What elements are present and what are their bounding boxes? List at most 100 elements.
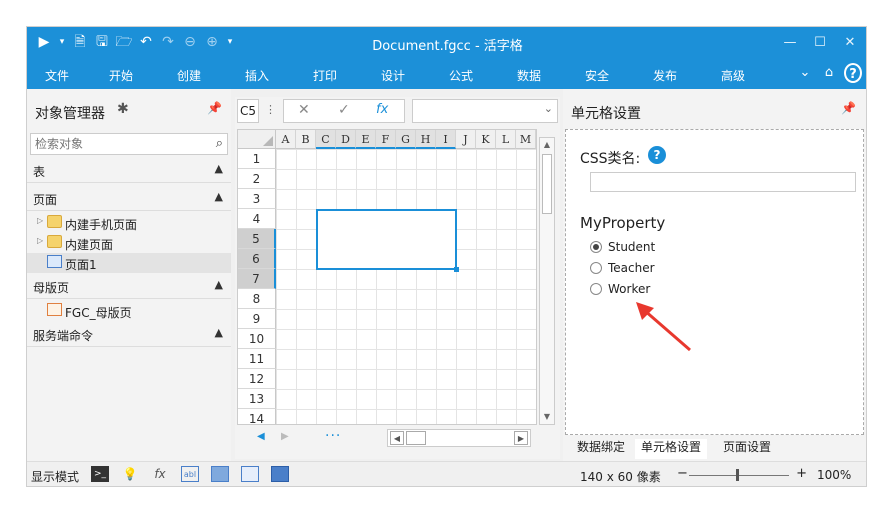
menu-file[interactable]: 文件 <box>45 67 69 84</box>
cancel-icon[interactable]: ✕ <box>298 102 310 118</box>
column-header-i[interactable]: I <box>436 130 456 149</box>
confirm-icon[interactable]: ✓ <box>338 102 350 118</box>
vertical-scrollbar[interactable]: ▲ ▼ <box>539 137 555 425</box>
menu-data[interactable]: 数据 <box>517 67 541 84</box>
terminal-icon[interactable]: >_ <box>91 466 109 482</box>
selected-cell-range[interactable] <box>316 209 459 272</box>
pin-icon[interactable]: 📌 <box>841 101 856 115</box>
scroll-up-icon[interactable]: ▲ <box>540 138 554 152</box>
chevron-up-icon[interactable]: ▲ <box>215 162 223 175</box>
menu-home[interactable]: 开始 <box>109 67 133 84</box>
prev-sheet-icon[interactable]: ◀ <box>257 431 265 442</box>
radio-button[interactable] <box>590 283 602 295</box>
column-header-l[interactable]: L <box>496 130 516 149</box>
column-header-d[interactable]: D <box>336 130 356 149</box>
function-icon[interactable]: fx <box>151 466 169 482</box>
row-header-1[interactable]: 1 <box>238 149 276 169</box>
menu-insert[interactable]: 插入 <box>245 67 269 84</box>
picture-icon[interactable] <box>211 466 229 482</box>
zoom-in-icon[interactable]: + <box>796 466 807 481</box>
section-page[interactable]: 页面 ▲ <box>27 187 231 211</box>
formula-input[interactable]: ⌄ <box>412 99 558 123</box>
row-header-10[interactable]: 10 <box>238 329 276 349</box>
tree-item-mobile-page[interactable]: ▷ 内建手机页面 <box>27 213 231 233</box>
scroll-down-icon[interactable]: ▼ <box>540 410 554 424</box>
close-icon[interactable]: ✕ <box>838 33 862 53</box>
scroll-thumb[interactable] <box>542 154 552 214</box>
fill-handle[interactable] <box>454 267 459 272</box>
menu-formula[interactable]: 公式 <box>449 67 473 84</box>
cell-reference[interactable]: C5 <box>237 99 259 123</box>
cell-grid[interactable] <box>276 149 536 424</box>
chevron-up-icon[interactable]: ▲ <box>215 190 223 203</box>
column-header-e[interactable]: E <box>356 130 376 149</box>
select-all-corner[interactable] <box>238 130 276 149</box>
next-sheet-icon[interactable]: ▶ <box>281 431 289 442</box>
row-header-6[interactable]: 6 <box>238 249 276 269</box>
menu-publish[interactable]: 发布 <box>653 67 677 84</box>
menu-design[interactable]: 设计 <box>381 67 405 84</box>
radio-teacher[interactable]: Teacher <box>590 259 655 277</box>
lightbulb-icon[interactable]: 💡 <box>121 466 139 482</box>
function-icon[interactable]: fx <box>376 102 388 117</box>
row-icon[interactable] <box>271 466 289 482</box>
sheet-grid[interactable]: ABCDEFGHIJKLM 1 2 3 4 5 6 7 8 9 10 11 12 13 14 <box>237 129 537 425</box>
object-search-input[interactable] <box>31 134 201 154</box>
tree-item-page1[interactable]: 页面1 <box>27 253 231 273</box>
row-header-4[interactable]: 4 <box>238 209 276 229</box>
section-table[interactable]: 表 ▲ <box>27 159 231 183</box>
pin-icon[interactable]: 📌 <box>207 101 222 115</box>
zoom-track[interactable] <box>689 475 789 476</box>
row-header-2[interactable]: 2 <box>238 169 276 189</box>
menu-print[interactable]: 打印 <box>313 67 337 84</box>
column-header-m[interactable]: M <box>516 130 536 149</box>
question-icon[interactable]: ? <box>648 146 666 164</box>
radio-button[interactable] <box>590 262 602 274</box>
tab-page-settings[interactable]: 页面设置 <box>717 439 777 459</box>
column-header-k[interactable]: K <box>476 130 496 149</box>
column-header-c[interactable]: C <box>316 130 336 149</box>
zoom-out-icon[interactable]: − <box>677 466 688 481</box>
row-header-5[interactable]: 5 <box>238 229 276 249</box>
radio-worker[interactable]: Worker <box>590 280 650 298</box>
column-header-g[interactable]: G <box>396 130 416 149</box>
collapse-ribbon-icon[interactable]: ⌄ <box>796 63 814 83</box>
drag-handle-icon[interactable]: ⋮ <box>265 103 276 116</box>
column-header-a[interactable]: A <box>276 130 296 149</box>
radio-button[interactable] <box>590 241 602 253</box>
scroll-left-icon[interactable]: ◀ <box>390 431 404 445</box>
row-header-12[interactable]: 12 <box>238 369 276 389</box>
maximize-icon[interactable]: ☐ <box>808 33 832 53</box>
more-sheets-button[interactable]: ··· <box>325 428 341 444</box>
row-header-3[interactable]: 3 <box>238 189 276 209</box>
tree-item-master-page[interactable]: FGC_母版页 <box>27 301 231 321</box>
home-icon[interactable]: ⌂ <box>820 63 838 83</box>
section-server-commands[interactable]: 服务端命令 ▲ <box>27 323 231 347</box>
menu-security[interactable]: 安全 <box>585 67 609 84</box>
table-icon[interactable] <box>241 466 259 482</box>
search-icon[interactable]: ⌕ <box>216 136 223 151</box>
radio-student[interactable]: Student <box>590 238 655 256</box>
column-header-j[interactable]: J <box>456 130 476 149</box>
tab-cell-settings[interactable]: 单元格设置 <box>635 439 708 459</box>
chevron-down-icon[interactable]: ⌄ <box>544 102 553 115</box>
horizontal-scrollbar[interactable]: ◀ ▶ <box>387 429 531 447</box>
row-header-9[interactable]: 9 <box>238 309 276 329</box>
column-header-b[interactable]: B <box>296 130 316 149</box>
section-master[interactable]: 母版页 ▲ <box>27 275 231 299</box>
expand-icon[interactable]: ▷ <box>37 216 43 225</box>
expand-icon[interactable]: ▷ <box>37 236 43 245</box>
menu-advanced[interactable]: 高级 <box>721 67 745 84</box>
menu-create[interactable]: 创建 <box>177 67 201 84</box>
zoom-slider[interactable]: − + <box>677 466 807 482</box>
chevron-up-icon[interactable]: ▲ <box>215 326 223 339</box>
chevron-up-icon[interactable]: ▲ <box>215 278 223 291</box>
textbox-icon[interactable]: abl <box>181 466 199 482</box>
column-header-f[interactable]: F <box>376 130 396 149</box>
row-header-8[interactable]: 8 <box>238 289 276 309</box>
scroll-right-icon[interactable]: ▶ <box>514 431 528 445</box>
minimize-icon[interactable]: — <box>778 33 802 53</box>
zoom-knob[interactable] <box>736 469 739 481</box>
tree-item-builtin-page[interactable]: ▷ 内建页面 <box>27 233 231 253</box>
column-header-h[interactable]: H <box>416 130 436 149</box>
